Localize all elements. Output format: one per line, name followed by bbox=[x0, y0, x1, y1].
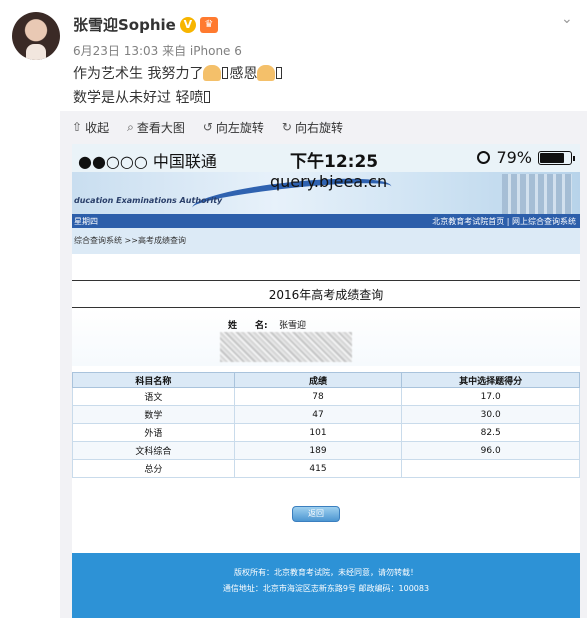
score-cell: 415 bbox=[233, 459, 403, 478]
table-header-row: 科目名称 成绩 其中选择题得分 bbox=[72, 372, 580, 388]
site-url: query.bjeea.cn bbox=[270, 172, 388, 191]
view-large-button[interactable]: ⌕ 查看大图 bbox=[127, 119, 185, 136]
score-table: 科目名称 成绩 其中选择题得分 语文 78 17.0 数学 47 30.0 外语… bbox=[72, 372, 580, 478]
subject-cell: 语文 bbox=[72, 387, 235, 406]
score-cell: 47 bbox=[233, 405, 403, 424]
choice-score-cell: 17.0 bbox=[401, 387, 580, 406]
table-row: 数学 47 30.0 bbox=[72, 405, 580, 424]
site-navbar: 星期四 北京教育考试院首页 | 网上综合查询系统 bbox=[72, 214, 580, 228]
battery-icon bbox=[538, 150, 575, 165]
table-row: 外语 101 82.5 bbox=[72, 423, 580, 442]
footer-copyright: 版权所有：北京教育考试院，未经同意，请勿转载！ bbox=[234, 568, 418, 577]
subject-cell: 数学 bbox=[72, 405, 235, 424]
praying-hands-icon bbox=[257, 65, 276, 81]
back-button[interactable]: 返回 bbox=[292, 506, 340, 522]
post-meta: 6月23日 13:03 来自 iPhone 6 bbox=[73, 44, 242, 58]
score-cell: 189 bbox=[233, 441, 403, 460]
post-text-line-2: 数学是从未好过 轻喷 bbox=[73, 87, 211, 107]
name-value: 张雪迎 bbox=[279, 321, 307, 331]
collapse-button[interactable]: ⇧ 收起 bbox=[72, 119, 109, 136]
rotate-left-icon: ↺ bbox=[202, 120, 213, 134]
magnifier-icon: ⌕ bbox=[127, 119, 134, 134]
table-row: 语文 78 17.0 bbox=[72, 387, 580, 406]
battery-percent: 79% bbox=[496, 148, 532, 167]
phone-screenshot[interactable]: ●●○○○ 中国联通 下午12:25 79% query.bjeea.cn du… bbox=[72, 144, 580, 618]
verified-icon: V bbox=[179, 16, 196, 33]
subject-cell: 总分 bbox=[72, 459, 235, 478]
col-header: 科目名称 bbox=[72, 372, 235, 388]
table-row: 文科综合 189 96.0 bbox=[72, 441, 580, 460]
page-title: 2016年高考成绩查询 bbox=[72, 280, 580, 308]
site-footer: 版权所有：北京教育考试院，未经同意，请勿转载！ 通信地址：北京市海淀区志新东路9… bbox=[72, 553, 580, 618]
col-header: 其中选择题得分 bbox=[401, 372, 580, 388]
table-row: 总分 415 bbox=[72, 459, 580, 478]
phone-time: 下午12:25 bbox=[290, 152, 379, 172]
subject-cell: 外语 bbox=[72, 423, 235, 442]
redacted-info bbox=[220, 332, 352, 362]
col-header: 成绩 bbox=[233, 372, 403, 388]
footer-address: 通信地址：北京市海淀区志新东路9号 邮政编码：100083 bbox=[222, 584, 430, 593]
weekday: 星期四 bbox=[74, 217, 98, 226]
rotate-right-button[interactable]: ↻ 向右旋转 bbox=[282, 119, 343, 136]
choice-score-cell: 30.0 bbox=[401, 405, 580, 424]
choice-score-cell: 82.5 bbox=[401, 423, 580, 442]
score-frame: 2016年高考成绩查询 姓 名: 张雪迎 科目名称 成绩 其中选择题得分 语文 bbox=[72, 266, 580, 546]
score-cell: 101 bbox=[233, 423, 403, 442]
breadcrumb: 综合查询系统 >>高考成绩查询 bbox=[72, 228, 580, 254]
chevron-down-icon[interactable]: ⌄ bbox=[561, 12, 575, 26]
phone-status-bar: ●●○○○ 中国联通 下午12:25 79% bbox=[72, 144, 580, 172]
battery-group: 79% bbox=[477, 148, 575, 167]
nav-links[interactable]: 北京教育考试院首页 | 网上综合查询系统 bbox=[432, 216, 576, 227]
score-cell: 78 bbox=[233, 387, 403, 406]
choice-score-cell bbox=[401, 459, 580, 478]
vip-badge-icon: ♛ bbox=[199, 16, 218, 33]
username[interactable]: 张雪迎Sophie bbox=[73, 14, 176, 35]
praying-hands-icon bbox=[203, 65, 222, 81]
image-toolbar: ⇧ 收起 ⌕ 查看大图 ↺ 向左旋转 ↻ 向右旋转 bbox=[60, 111, 587, 143]
rotation-lock-icon bbox=[477, 151, 491, 164]
choice-score-cell: 96.0 bbox=[401, 441, 580, 460]
authority-text: ducation Examinations Authority bbox=[74, 196, 223, 205]
name-label: 姓 名: bbox=[228, 321, 268, 331]
missing-glyph-icon bbox=[276, 67, 283, 79]
subject-cell: 文科综合 bbox=[72, 441, 235, 460]
missing-glyph-icon bbox=[222, 67, 229, 79]
username-row: 张雪迎Sophie V ♛ bbox=[73, 14, 218, 35]
image-panel: ⇧ 收起 ⌕ 查看大图 ↺ 向左旋转 ↻ 向右旋转 ●●○○○ 中国联通 下午1… bbox=[60, 111, 587, 618]
rotate-left-button[interactable]: ↺ 向左旋转 bbox=[203, 119, 264, 136]
rotate-right-icon: ↻ bbox=[281, 120, 292, 134]
name-section: 姓 名: 张雪迎 bbox=[72, 308, 580, 366]
avatar[interactable] bbox=[12, 12, 60, 60]
missing-glyph-icon bbox=[204, 91, 211, 103]
carrier: ●●○○○ 中国联通 bbox=[78, 152, 217, 171]
site-banner: query.bjeea.cn ducation Examinations Aut… bbox=[72, 171, 580, 223]
collapse-icon: ⇧ bbox=[72, 120, 83, 134]
building-graphic bbox=[502, 174, 572, 214]
post-text-line-1: 作为艺术生 我努力了 感恩 bbox=[73, 63, 283, 83]
